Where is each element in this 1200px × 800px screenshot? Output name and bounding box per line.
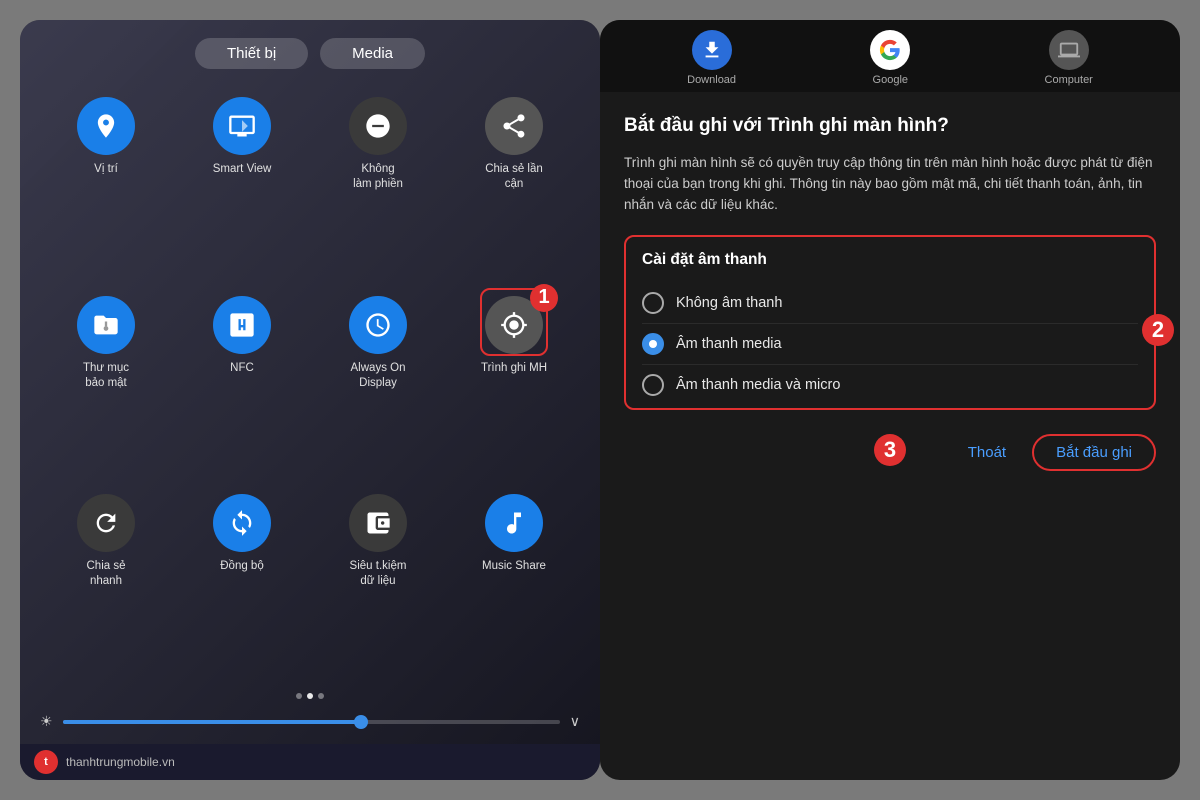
sieu-tkiem-icon-circle [349, 494, 407, 552]
badge-2: 2 [1142, 314, 1174, 346]
computer-app-icon [1049, 30, 1089, 70]
grid-item-sieu-tkiem[interactable]: Siêu t.kiệmdữ liệu [312, 484, 444, 677]
logo-icon: t [34, 750, 58, 774]
bottom-bar: ☀ ∨ [20, 705, 600, 744]
thu-muc-bao-mat-label: Thư mụcbảo mật [83, 361, 129, 391]
brightness-fill [63, 720, 361, 724]
dot-1 [307, 693, 313, 699]
smart-view-label: Smart View [213, 162, 272, 177]
quick-settings-grid: Vị trí Smart View Khônglàm phiền [20, 83, 600, 687]
dialog-content: Bắt đầu ghi với Trình ghi màn hình? Trìn… [600, 92, 1180, 780]
radio-media-sound[interactable]: Âm thanh media [642, 324, 1138, 365]
sieu-tkiem-label: Siêu t.kiệmdữ liệu [350, 559, 407, 589]
dialog-actions: Thoát 3 Bắt đầu ghi [624, 424, 1156, 475]
download-app-label: Download [687, 74, 736, 86]
chia-se-nhanh-label: Chia sẻnhanh [87, 559, 126, 589]
music-share-icon-circle [485, 494, 543, 552]
badge-1: 1 [530, 284, 558, 312]
nfc-label: NFC [230, 361, 254, 376]
sound-settings-box: Cài đặt âm thanh Không âm thanh Âm thanh… [624, 235, 1156, 410]
khong-lam-phien-label: Khônglàm phiền [353, 162, 403, 192]
thu-muc-bao-mat-icon-circle [77, 296, 135, 354]
grid-item-nfc[interactable]: NFC [176, 286, 308, 479]
chia-se-nhanh-icon-circle [77, 494, 135, 552]
music-share-label: Music Share [482, 559, 546, 574]
settings-box-title: Cài đặt âm thanh [642, 251, 1138, 269]
grid-item-thu-muc-bao-mat[interactable]: Thư mụcbảo mật [40, 286, 172, 479]
left-content: Thiết bị Media Vị trí Smart View [20, 20, 600, 780]
grid-item-always-on-display[interactable]: Always OnDisplay [312, 286, 444, 479]
grid-item-trinh-ghi-mh[interactable]: 1 Trình ghi MH [448, 286, 580, 479]
vi-tri-label: Vị trí [94, 162, 118, 177]
chia-se-lan-can-label: Chia sẻ lầncận [485, 162, 543, 192]
logo-text: thanhtrungmobile.vn [66, 755, 175, 769]
khong-lam-phien-icon-circle [349, 97, 407, 155]
nfc-icon-circle [213, 296, 271, 354]
grid-item-music-share[interactable]: Music Share [448, 484, 580, 677]
grid-item-khong-lam-phien[interactable]: Khônglàm phiền [312, 87, 444, 280]
app-download: Download [687, 30, 736, 86]
radio-media-micro-circle [642, 374, 664, 396]
radio-media-micro-label: Âm thanh media và micro [676, 377, 840, 393]
radio-no-sound-circle [642, 292, 664, 314]
grid-item-vi-tri[interactable]: Vị trí [40, 87, 172, 280]
vi-tri-icon-circle [77, 97, 135, 155]
dong-bo-label: Đồng bộ [220, 559, 263, 574]
logo-bar: t thanhtrungmobile.vn [20, 744, 600, 780]
chevron-down-icon[interactable]: ∨ [570, 713, 580, 730]
tabs-row: Thiết bị Media [20, 20, 600, 83]
page-dots [20, 687, 600, 705]
brightness-thumb [354, 715, 368, 729]
brightness-row: ☀ ∨ [40, 713, 580, 730]
brightness-low-icon: ☀ [40, 713, 53, 730]
dot-2 [318, 693, 324, 699]
trinh-ghi-mh-label: Trình ghi MH [481, 361, 547, 376]
right-panel: Download Google Computer Bắt đầu ghi với… [600, 20, 1180, 780]
grid-item-dong-bo[interactable]: Đồng bộ [176, 484, 308, 677]
google-app-icon [870, 30, 910, 70]
radio-media-micro[interactable]: Âm thanh media và micro [642, 365, 1138, 396]
radio-media-sound-label: Âm thanh media [676, 336, 782, 352]
radio-no-sound-label: Không âm thanh [676, 295, 782, 311]
grid-item-chia-se-lan-can[interactable]: Chia sẻ lầncận [448, 87, 580, 280]
dialog-description: Trình ghi màn hình sẽ có quyền truy cập … [624, 153, 1156, 216]
badge-3: 3 [874, 434, 906, 466]
left-panel: Thiết bị Media Vị trí Smart View [20, 20, 600, 780]
app-google: Google [870, 30, 910, 86]
settings-box-wrapper: Cài đặt âm thanh Không âm thanh Âm thanh… [624, 235, 1156, 424]
brightness-track[interactable] [63, 720, 560, 724]
smart-view-icon-circle [213, 97, 271, 155]
download-app-icon [692, 30, 732, 70]
grid-item-chia-se-nhanh[interactable]: Chia sẻnhanh [40, 484, 172, 677]
tab-media[interactable]: Media [320, 38, 425, 69]
tab-thiet-bi[interactable]: Thiết bị [195, 38, 308, 69]
exit-button[interactable]: Thoát [958, 438, 1016, 467]
radio-media-sound-circle [642, 333, 664, 355]
grid-item-smart-view[interactable]: Smart View [176, 87, 308, 280]
always-on-display-label: Always OnDisplay [351, 361, 406, 391]
always-on-display-icon-circle [349, 296, 407, 354]
radio-no-sound[interactable]: Không âm thanh [642, 283, 1138, 324]
dialog-title: Bắt đầu ghi với Trình ghi màn hình? [624, 114, 1156, 139]
start-recording-button[interactable]: Bắt đầu ghi [1032, 434, 1156, 471]
chia-se-lan-can-icon-circle [485, 97, 543, 155]
google-app-label: Google [873, 74, 908, 86]
app-strip: Download Google Computer [600, 20, 1180, 92]
computer-app-label: Computer [1045, 74, 1093, 86]
dot-0 [296, 693, 302, 699]
app-computer: Computer [1045, 30, 1093, 86]
dong-bo-icon-circle [213, 494, 271, 552]
